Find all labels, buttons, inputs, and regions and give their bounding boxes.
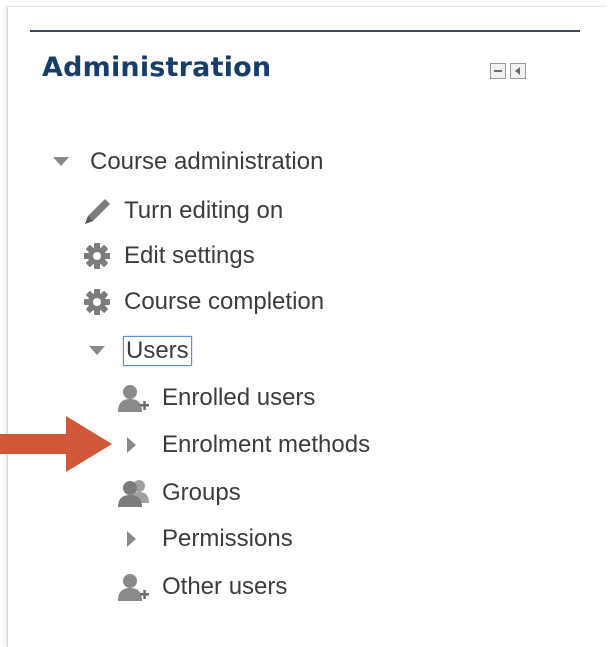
tree-item-label: Other users [162, 573, 288, 600]
tree-item-label: Enrolled users [162, 384, 316, 411]
administration-block [7, 6, 606, 647]
triangle-down-icon[interactable] [50, 157, 72, 167]
tree-item-label: Turn editing on [124, 197, 284, 224]
tree-item-label: Course completion [124, 288, 325, 315]
tree-item-label: Course administration [90, 148, 324, 175]
user-add-icon [116, 572, 152, 602]
pencil-icon [80, 196, 114, 226]
tree-item-edit-settings[interactable]: Edit settings [80, 242, 255, 270]
block-top-border [30, 30, 580, 32]
gear-icon [80, 242, 114, 270]
group-icon [116, 478, 152, 508]
tree-item-label: Users [123, 336, 192, 366]
tree-item-other-users[interactable]: Other users [116, 572, 287, 602]
gear-icon [80, 288, 114, 316]
tree-item-turn-editing-on[interactable]: Turn editing on [80, 196, 283, 226]
tree-item-course-administration[interactable]: Course administration [50, 148, 323, 176]
triangle-down-icon[interactable] [86, 346, 108, 356]
hide-icon[interactable] [510, 63, 526, 79]
tree-item-label: Permissions [162, 525, 293, 552]
tree-item-course-completion[interactable]: Course completion [80, 288, 324, 316]
tree-item-enrolment-methods[interactable]: Enrolment methods [126, 431, 370, 459]
tree-item-users[interactable]: Users [86, 336, 192, 366]
tree-item-groups[interactable]: Groups [116, 478, 241, 508]
tree-item-label: Groups [162, 479, 241, 506]
tree-item-label: Enrolment methods [162, 431, 371, 458]
tree-item-permissions[interactable]: Permissions [126, 525, 293, 553]
triangle-right-icon[interactable] [126, 531, 138, 547]
user-add-icon [116, 383, 152, 413]
triangle-right-icon[interactable] [126, 437, 138, 453]
tree-item-enrolled-users[interactable]: Enrolled users [116, 383, 315, 413]
dock-icon[interactable] [490, 63, 506, 79]
tree-item-label: Edit settings [124, 242, 255, 269]
block-title: Administration [42, 52, 272, 83]
annotation-arrow-icon [0, 414, 114, 479]
